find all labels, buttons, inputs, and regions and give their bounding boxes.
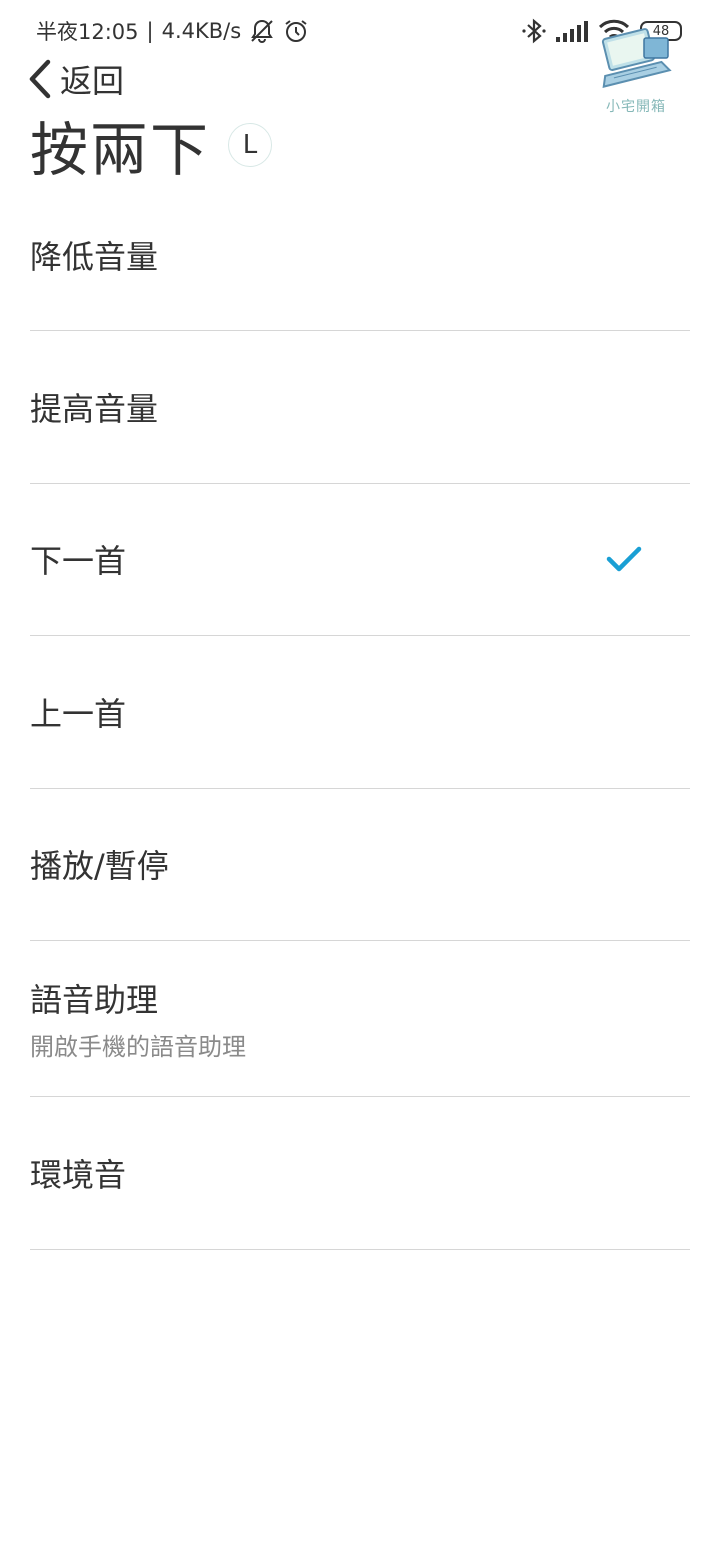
- option-play-pause[interactable]: 播放/暫停: [30, 789, 690, 941]
- option-voice-assistant[interactable]: 語音助理 開啟手機的語音助理: [30, 941, 690, 1097]
- back-label: 返回: [60, 62, 125, 100]
- screen: 半夜12:05 | 4.4KB/s 48 小宅開箱 返回 按兩下 L 降低音量 …: [0, 0, 720, 1560]
- option-volume-up[interactable]: 提高音量: [30, 331, 690, 484]
- back-button[interactable]: 返回: [24, 56, 124, 102]
- options-list: 降低音量 提高音量 下一首 上一首 播放/暫停 語音助理 開啟手機的語音助理 環…: [30, 180, 690, 1250]
- status-net-speed: 4.4KB/s: [161, 19, 242, 43]
- option-label: 下一首: [30, 542, 127, 581]
- page-title-row: 按兩下 L: [30, 110, 273, 184]
- option-volume-down[interactable]: 降低音量: [30, 180, 690, 331]
- earbud-side-badge: L: [228, 123, 273, 167]
- status-left: 半夜12:05 | 4.4KB/s: [36, 16, 309, 46]
- option-ambient-sound[interactable]: 環境音: [30, 1097, 690, 1250]
- option-label: 上一首: [30, 694, 127, 733]
- signal-icon: [556, 20, 588, 42]
- option-label: 提高音量: [30, 389, 159, 428]
- option-label: 播放/暫停: [30, 847, 169, 886]
- status-separator: |: [146, 19, 154, 43]
- status-time: 半夜12:05: [36, 20, 139, 44]
- option-next-track[interactable]: 下一首: [30, 484, 690, 636]
- option-label: 語音助理: [30, 981, 159, 1019]
- check-icon: [606, 545, 642, 573]
- option-previous-track[interactable]: 上一首: [30, 636, 690, 789]
- option-label: 環境音: [30, 1155, 127, 1194]
- alarm-icon: [283, 18, 309, 44]
- laptop-logo-icon: [601, 28, 672, 88]
- option-label: 降低音量: [30, 238, 159, 276]
- chevron-left-icon: [24, 58, 54, 100]
- bluetooth-icon: [522, 17, 546, 45]
- watermark-logo: 小宅開箱: [594, 24, 678, 116]
- page-title: 按兩下: [30, 116, 211, 184]
- option-sublabel: 開啟手機的語音助理: [30, 1033, 246, 1061]
- watermark-text: 小宅開箱: [606, 99, 666, 115]
- bell-off-icon: [249, 18, 275, 44]
